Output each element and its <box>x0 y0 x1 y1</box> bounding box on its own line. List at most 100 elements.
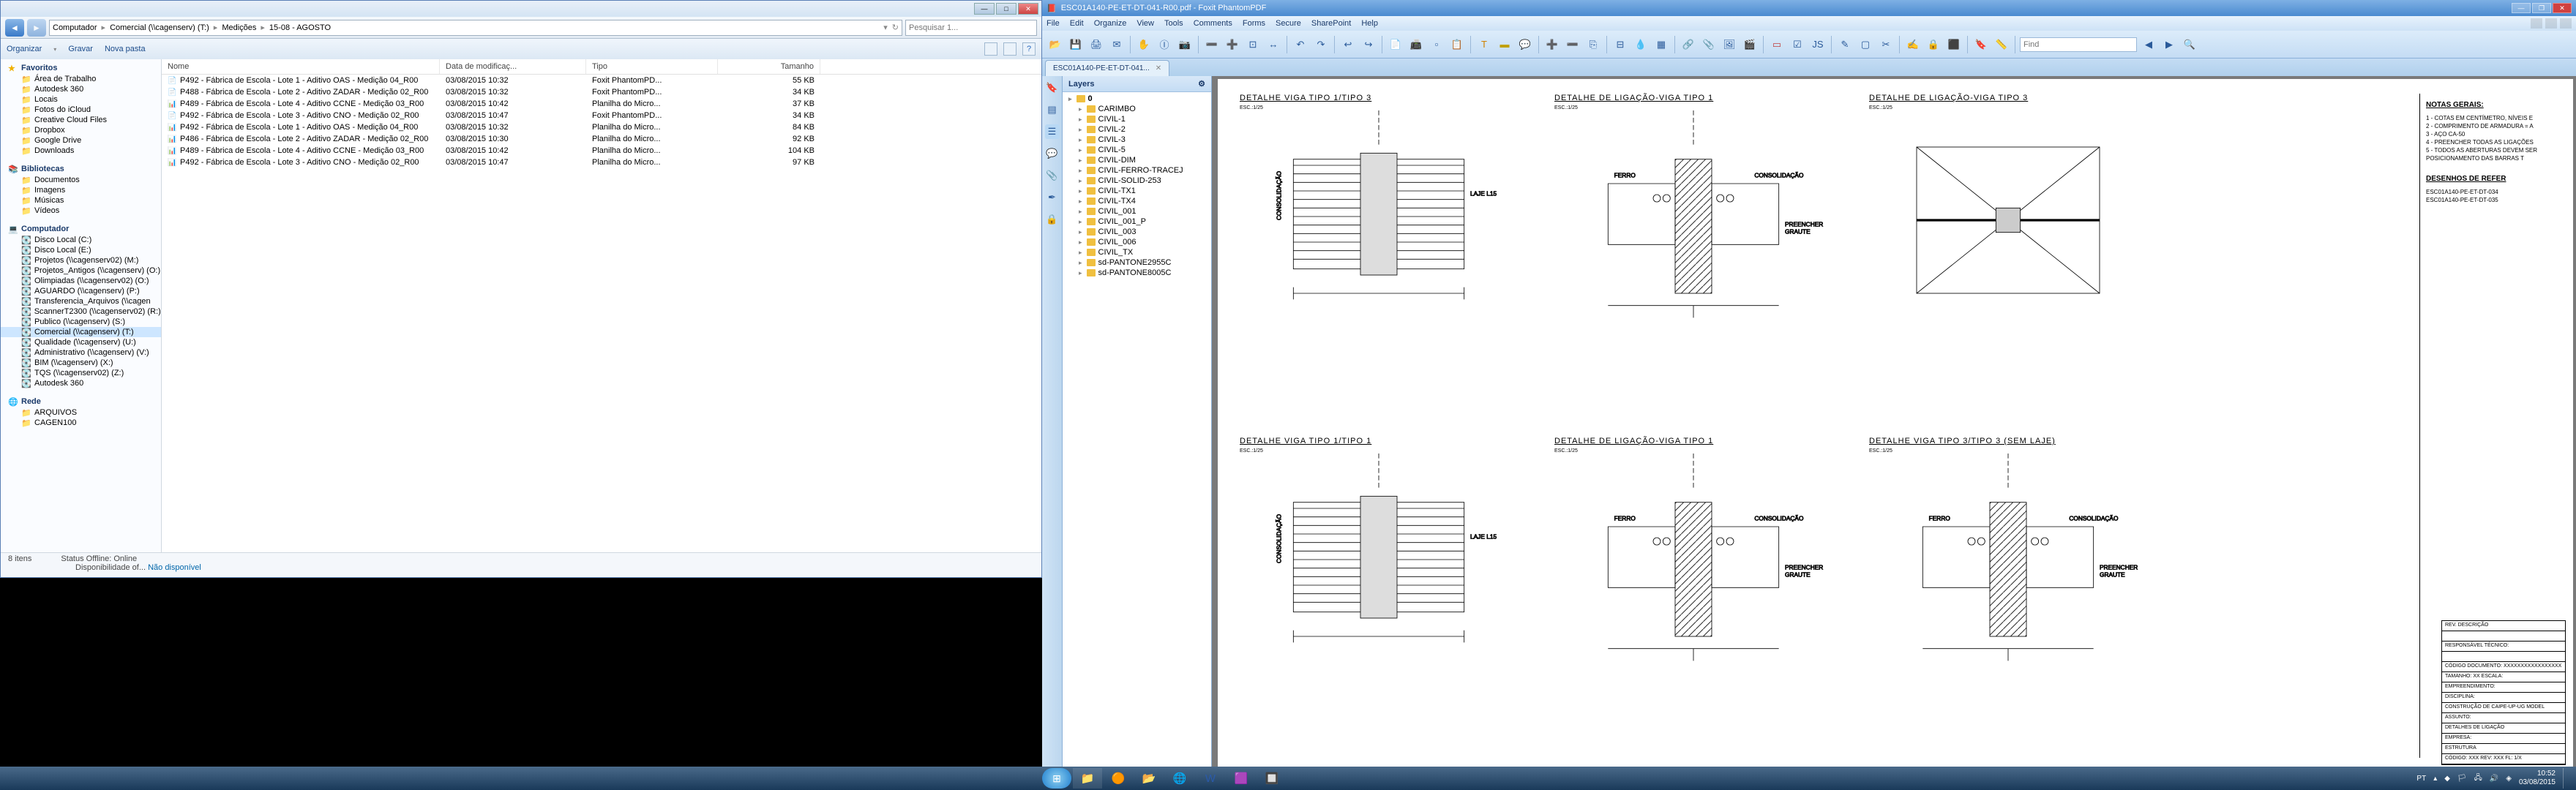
email-button[interactable]: ✉ <box>1108 36 1126 53</box>
taskbar-app[interactable]: 📁 <box>1073 768 1102 789</box>
breadcrumb-dropdown[interactable]: ▾ <box>883 23 888 32</box>
layer-item[interactable]: CIVIL-FERRO-TRACEJ <box>1064 165 1210 176</box>
sign-button[interactable]: ✍ <box>1904 36 1922 53</box>
tree-item[interactable]: Documentos <box>1 175 161 185</box>
layer-item[interactable]: CIVIL-5 <box>1064 145 1210 155</box>
refresh-icon[interactable]: ↻ <box>892 23 899 32</box>
col-date[interactable]: Data de modificaç... <box>440 59 586 74</box>
layer-item[interactable]: CIVIL_001 <box>1064 206 1210 217</box>
image-button[interactable]: 🖼 <box>1721 36 1738 53</box>
layer-item[interactable]: CIVIL-SOLID-253 <box>1064 176 1210 186</box>
note-button[interactable]: 💬 <box>1516 36 1534 53</box>
tab-close-icon[interactable]: ✕ <box>1156 64 1161 72</box>
menu-comments[interactable]: Comments <box>1194 19 1232 28</box>
layer-item[interactable]: sd-PANTONE2955C <box>1064 257 1210 268</box>
tree-item[interactable]: Comercial (\\cagenserv) (T:) <box>1 327 161 337</box>
lang-indicator[interactable]: PT <box>2416 775 2426 783</box>
attachments-icon[interactable]: 📎 <box>1045 168 1060 183</box>
tree-item[interactable]: Projetos (\\cagenserv02) (M:) <box>1 255 161 266</box>
header-footer-button[interactable]: ⊟ <box>1611 36 1629 53</box>
nav-tree[interactable]: FavoritosÁrea de TrabalhoAutodesk 360Loc… <box>1 59 162 552</box>
tree-item[interactable]: Administrativo (\\cagenserv) (V:) <box>1 347 161 358</box>
restore-button[interactable]: ❐ <box>2532 3 2551 13</box>
file-list-header[interactable]: Nome Data de modificaç... Tipo Tamanho <box>162 59 1041 75</box>
layers-icon[interactable]: ☰ <box>1045 124 1060 139</box>
pdf-titlebar[interactable]: 📕 ESC01A140-PE-ET-DT-041-R00.pdf - Foxit… <box>1042 0 2576 16</box>
maximize-button[interactable]: □ <box>996 3 1016 15</box>
fit-page-button[interactable]: ⊡ <box>1244 36 1262 53</box>
system-tray[interactable]: PT ▴ ◆ 🏳 🖧 🔊 ◈ 10:52 03/08/2015 <box>2416 768 2576 789</box>
volume-icon[interactable]: 🔊 <box>2490 775 2498 783</box>
doc-close-button[interactable] <box>2560 18 2572 29</box>
start-button[interactable]: ⊞ <box>1042 768 1071 789</box>
taskbar-app[interactable]: 📂 <box>1134 768 1164 789</box>
search-input[interactable] <box>905 20 1037 36</box>
stamp-button[interactable]: 🔖 <box>1972 36 1990 53</box>
fit-width-button[interactable]: ↔ <box>1265 36 1282 53</box>
minimize-button[interactable]: — <box>974 3 995 15</box>
action-center-icon[interactable]: 🏳 <box>2457 775 2467 783</box>
layer-item[interactable]: CIVIL_001_P <box>1064 217 1210 227</box>
rotate-right-button[interactable]: ↷ <box>1312 36 1330 53</box>
menu-view[interactable]: View <box>1137 19 1154 28</box>
tree-item[interactable]: Fotos do iCloud <box>1 105 161 115</box>
find-prev-button[interactable]: ◀ <box>2140 36 2157 53</box>
jscript-button[interactable]: JS <box>1809 36 1827 53</box>
taskbar-app[interactable]: 🔲 <box>1257 768 1287 789</box>
delete-page-button[interactable]: ➖ <box>1564 36 1581 53</box>
menu-bar[interactable]: FileEditOrganizeViewToolsCommentsFormsSe… <box>1042 16 2576 31</box>
preview-pane-button[interactable] <box>1003 42 1016 56</box>
find-input[interactable] <box>2020 37 2137 52</box>
layer-item[interactable]: CIVIL-TX4 <box>1064 196 1210 206</box>
layer-item[interactable]: CIVIL_TX <box>1064 247 1210 257</box>
tray-chevron-icon[interactable]: ▴ <box>2433 775 2437 783</box>
layer-item[interactable]: CARIMBO <box>1064 104 1210 114</box>
burn-button[interactable]: Gravar <box>68 45 93 53</box>
from-file-button[interactable]: 📄 <box>1387 36 1404 53</box>
file-row[interactable]: P489 - Fábrica de Escola - Lote 4 - Adit… <box>162 145 1041 157</box>
from-scanner-button[interactable]: 📠 <box>1407 36 1425 53</box>
hand-tool[interactable]: ✋ <box>1135 36 1153 53</box>
comments-icon[interactable]: 💬 <box>1045 146 1060 161</box>
security-icon[interactable]: 🔒 <box>1045 212 1060 227</box>
tree-item[interactable]: Autodesk 360 <box>1 84 161 94</box>
blank-page-button[interactable]: ▫ <box>1428 36 1445 53</box>
layer-item[interactable]: CIVIL-2 <box>1064 124 1210 135</box>
tree-item[interactable]: TQS (\\cagenserv02) (Z:) <box>1 368 161 378</box>
edit-object-button[interactable]: ▢ <box>1857 36 1874 53</box>
col-name[interactable]: Nome <box>162 59 440 74</box>
tray-icon[interactable]: ◈ <box>2506 775 2512 783</box>
file-list[interactable]: Nome Data de modificaç... Tipo Tamanho P… <box>162 59 1041 552</box>
taskbar[interactable]: ⊞ 📁 🟠 📂 🌐 W 🟪 🔲 PT ▴ ◆ 🏳 🖧 🔊 ◈ 10:52 03/… <box>0 767 2576 790</box>
clock[interactable]: 10:52 03/08/2015 <box>2519 770 2556 787</box>
bookmarks-icon[interactable]: 🔖 <box>1045 80 1060 95</box>
network-icon[interactable]: 🖧 <box>2474 772 2482 785</box>
tree-header-favorites[interactable]: Favoritos <box>1 62 161 74</box>
signatures-icon[interactable]: ✒ <box>1045 190 1060 205</box>
explorer-titlebar[interactable]: — □ ✕ <box>1 1 1041 17</box>
tree-item[interactable]: BIM (\\cagenserv) (X:) <box>1 358 161 368</box>
tree-item[interactable]: Área de Trabalho <box>1 74 161 84</box>
new-folder-button[interactable]: Nova pasta <box>105 45 146 53</box>
tree-item[interactable]: Locais <box>1 94 161 105</box>
insert-page-button[interactable]: ➕ <box>1543 36 1561 53</box>
pdf-toolbar[interactable]: 📂 💾 🖨 ✉ ✋ Ⓘ 📷 ➖ ➕ ⊡ ↔ ↶ ↷ ↩ ↪ 📄 📠 ▫ 📋 T … <box>1042 31 2576 59</box>
file-row[interactable]: P492 - Fábrica de Escola - Lote 3 - Adit… <box>162 110 1041 121</box>
tree-item[interactable]: Olimpiadas (\\cagenserv02) (O:) <box>1 276 161 286</box>
watermark-button[interactable]: 💧 <box>1632 36 1650 53</box>
doc-minimize-button[interactable] <box>2531 18 2542 29</box>
print-button[interactable]: 🖨 <box>1087 36 1105 53</box>
close-button[interactable]: ✕ <box>2553 3 2572 13</box>
layer-item[interactable]: CIVIL-1 <box>1064 114 1210 124</box>
file-row[interactable]: P486 - Fábrica de Escola - Lote 2 - Adit… <box>162 133 1041 145</box>
open-button[interactable]: 📂 <box>1046 36 1064 53</box>
tree-header-libraries[interactable]: Bibliotecas <box>1 163 161 175</box>
tree-item[interactable]: Músicas <box>1 195 161 206</box>
menu-secure[interactable]: Secure <box>1276 19 1301 28</box>
layer-item[interactable]: CIVIL_003 <box>1064 227 1210 237</box>
layer-item[interactable]: CIVIL-TX1 <box>1064 186 1210 196</box>
file-row[interactable]: P488 - Fábrica de Escola - Lote 2 - Adit… <box>162 86 1041 98</box>
typewriter-button[interactable]: T <box>1475 36 1493 53</box>
layer-root[interactable]: 0 <box>1064 94 1210 104</box>
document-tab[interactable]: ESC01A140-PE-ET-DT-041... ✕ <box>1045 60 1169 76</box>
